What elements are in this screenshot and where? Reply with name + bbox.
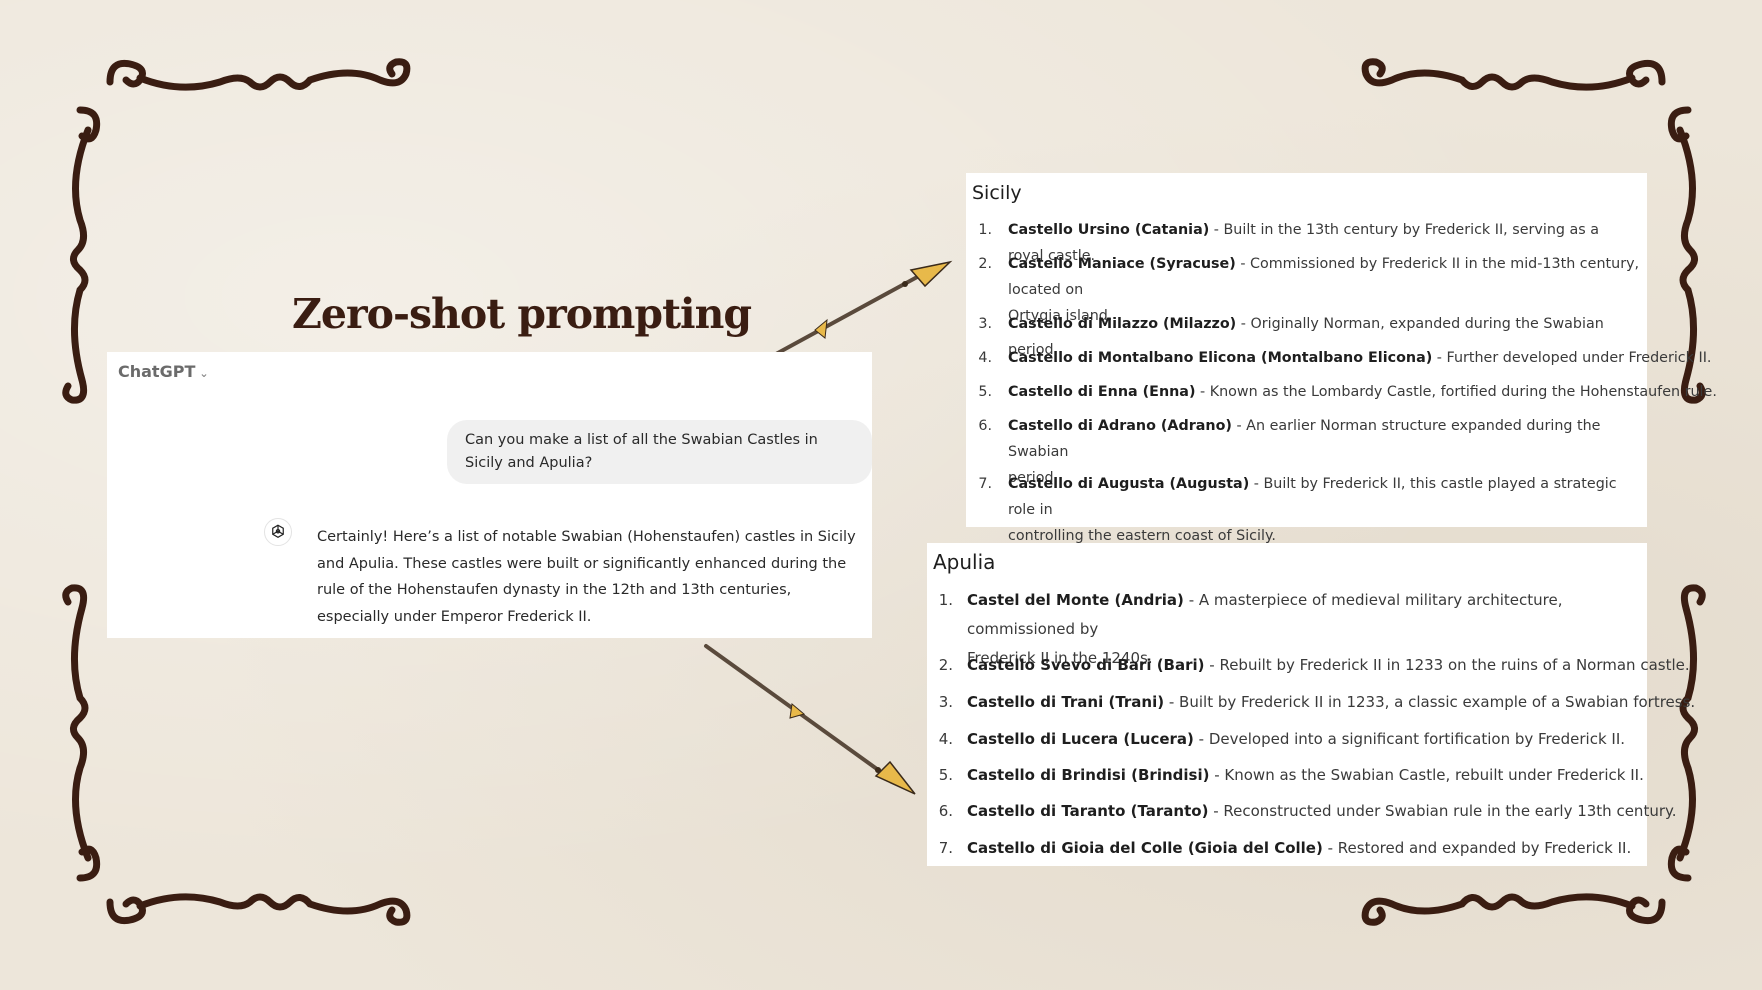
chatgpt-logo-icon	[264, 518, 292, 546]
bottom-left-horizontal-flourish	[106, 893, 411, 926]
sicily-heading: Sicily	[972, 182, 1022, 204]
castle-description: - Reconstructed under Swabian rule in th…	[1208, 802, 1677, 820]
list-number: 4.	[978, 350, 992, 366]
castle-description: - Rebuilt by Frederick II in 1233 on the…	[1204, 656, 1690, 674]
castle-name: Castello di Brindisi (Brindisi)	[967, 766, 1210, 784]
list-number: 5.	[978, 384, 992, 400]
castle-description: - Restored and expanded by Frederick II.	[1322, 839, 1632, 857]
model-selector[interactable]: ChatGPT ⌄	[118, 362, 209, 381]
castle-description-cont: controlling the eastern coast of Sicily.	[1008, 528, 1276, 544]
castle-name: Castello Ursino (Catania)	[1008, 222, 1210, 238]
list-number: 6.	[938, 802, 953, 820]
chatgpt-conversation-panel: ChatGPT ⌄ Can you make a list of all the …	[107, 352, 872, 638]
castle-name: Castel del Monte (Andria)	[967, 591, 1184, 609]
castle-name: Castello di Gioia del Colle (Gioia del C…	[967, 839, 1323, 857]
list-number: 7.	[938, 839, 953, 857]
castle-name: Castello Maniace (Syracuse)	[1008, 256, 1236, 272]
castle-description: - Known as the Lombardy Castle, fortifie…	[1195, 384, 1717, 400]
list-number: 2.	[938, 656, 953, 674]
list-item: 7. Castello di Augusta (Augusta) - Built…	[974, 471, 1644, 544]
castle-name: Castello di Taranto (Taranto)	[967, 802, 1209, 820]
castle-description: - Known as the Swabian Castle, rebuilt u…	[1209, 766, 1644, 784]
slide-title: Zero-shot prompting	[292, 290, 752, 338]
sicily-castles-card: Sicily 1. Castello Ursino (Catania) - Bu…	[966, 173, 1717, 544]
castle-name: Castello di Enna (Enna)	[1008, 384, 1196, 400]
list-item: 1. Castel del Monte (Andria) - A masterp…	[935, 586, 1635, 667]
list-number: 6.	[978, 418, 992, 434]
castle-name: Castello di Lucera (Lucera)	[967, 730, 1194, 748]
apulia-castles-card: Apulia 1. Castel del Monte (Andria) - A …	[927, 543, 1695, 866]
castle-name: Castello di Montalbano Elicona (Montalba…	[1008, 350, 1433, 366]
list-number: 2.	[978, 256, 992, 272]
castle-description: - Built by Frederick II in 1233, a class…	[1164, 693, 1696, 711]
castle-name: Castello Svevo di Bari (Bari)	[967, 656, 1205, 674]
list-number: 1.	[938, 591, 953, 609]
model-label: ChatGPT	[118, 362, 196, 381]
apulia-heading: Apulia	[933, 550, 996, 574]
castle-description: - Further developed under Frederick II.	[1432, 350, 1712, 366]
list-number: 7.	[978, 476, 992, 492]
chevron-down-icon: ⌄	[199, 367, 209, 380]
list-number: 3.	[978, 316, 992, 332]
list-item: 2. Castello Maniace (Syracuse) - Commiss…	[974, 251, 1644, 324]
list-number: 1.	[978, 222, 992, 238]
bottom-right-horizontal-flourish	[1361, 893, 1666, 926]
castle-name: Castello di Adrano (Adrano)	[1008, 418, 1232, 434]
castle-description: - Developed into a significant fortifica…	[1193, 730, 1626, 748]
bottom-right-vertical-flourish	[1667, 584, 1706, 882]
user-message-bubble: Can you make a list of all the Swabian C…	[447, 420, 872, 484]
list-number: 4.	[938, 730, 953, 748]
list-number: 5.	[938, 766, 953, 784]
assistant-message: Certainly! Here’s a list of notable Swab…	[317, 529, 856, 625]
spear-arrow-down-icon	[704, 644, 916, 795]
list-number: 3.	[938, 693, 953, 711]
top-left-vertical-flourish	[62, 106, 101, 404]
top-right-horizontal-flourish	[1361, 58, 1666, 91]
castle-name: Castello di Augusta (Augusta)	[1008, 476, 1250, 492]
list-item: 6. Castello di Adrano (Adrano) - An earl…	[974, 413, 1644, 486]
castle-name: Castello di Milazzo (Milazzo)	[1008, 316, 1237, 332]
castle-name: Castello di Trani (Trani)	[967, 693, 1165, 711]
bottom-left-vertical-flourish	[62, 584, 101, 882]
top-left-horizontal-flourish	[106, 58, 411, 91]
